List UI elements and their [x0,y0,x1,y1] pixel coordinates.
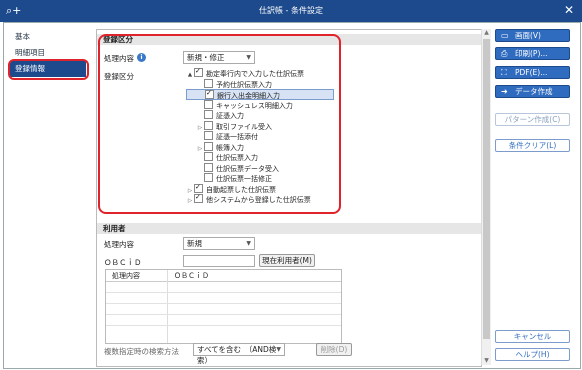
pdf-button-label: PDF(E)... [515,68,548,77]
user-section-title: 利用者 [97,223,481,234]
obcid-input[interactable] [183,255,255,267]
search-method-value: すべてを含む （AND検索） [197,345,277,365]
pdf-icon: ⛶ [501,68,507,77]
condition-panel: 登録区分 処理内容 i 新規・修正 ▼ 登録区分 ▲勘定奉行内で入力した仕訳伝票… [96,29,482,367]
pdf-button[interactable]: ⛶ PDF(E)... [495,66,570,79]
clear-conditions-label: 条件クリア(L) [508,141,557,150]
clear-conditions-button[interactable]: 条件クリア(L) [495,139,570,152]
chevron-down-icon: ▼ [276,346,281,353]
cancel-label: キャンセル [513,332,552,341]
grid-row-line [106,325,341,326]
user-process-label: 処理内容 [104,240,134,249]
close-icon[interactable]: ✕ [564,3,574,17]
scroll-down-icon[interactable]: ▼ [482,357,491,365]
grid-row-line [106,303,341,304]
grid-header-process: 処理内容 [112,272,140,280]
print-button[interactable]: ⎙ 印刷(P)... [495,47,570,60]
scroll-thumb[interactable] [483,39,490,339]
data-export-button[interactable]: ➜ データ作成(E)... [495,85,570,107]
grid-header: 処理内容 ＯＢＣｉＤ [106,270,341,282]
grid-divider [167,270,168,343]
screen-button-label: 画面(V) [515,31,541,40]
grid-header-obcid: ＯＢＣｉＤ [174,272,209,280]
cancel-button[interactable]: キャンセル [495,330,570,343]
printer-icon: ⎙ [501,49,508,58]
grid-row-line [106,292,341,293]
export-icon: ➜ [501,87,508,96]
scroll-up-icon[interactable]: ▲ [482,29,491,37]
pattern-create-label: パターン作成(C) [504,115,561,124]
highlight-sidebar [8,59,89,80]
sidebar-item-basic[interactable]: 基本 [10,29,86,45]
pattern-create-button[interactable]: パターン作成(C) [495,113,570,126]
user-process-select-value: 新規 [187,239,202,248]
screen-button[interactable]: ▭ 画面(V) [495,29,570,42]
search-method-select[interactable]: すべてを含む （AND検索） ▼ [193,343,285,365]
title-bar: ⌕+ 仕訳帳 - 条件設定 ✕ [0,0,582,22]
delete-button[interactable]: 削除(D) [316,343,352,356]
help-button[interactable]: ヘルプ(H) [495,348,570,361]
screen-icon: ▭ [501,31,509,40]
print-button-label: 印刷(P)... [515,49,548,58]
chevron-down-icon: ▼ [246,240,251,247]
window-title: 仕訳帳 - 条件設定 [259,6,323,15]
user-process-select[interactable]: 新規 ▼ [183,237,255,250]
obcid-label: ＯＢＣｉＤ [104,258,142,267]
highlight-registration [98,34,341,214]
user-grid: 処理内容 ＯＢＣｉＤ [105,269,342,344]
data-export-button-label: データ作成(E)... [515,87,553,107]
help-label: ヘルプ(H) [515,350,550,359]
search-method-label: 複数指定時の検索方法 [104,347,179,356]
current-user-button[interactable]: 現在利用者(M) [259,254,315,267]
panel-scrollbar[interactable]: ▲ ▼ [481,29,491,365]
grid-row-line [106,314,341,315]
